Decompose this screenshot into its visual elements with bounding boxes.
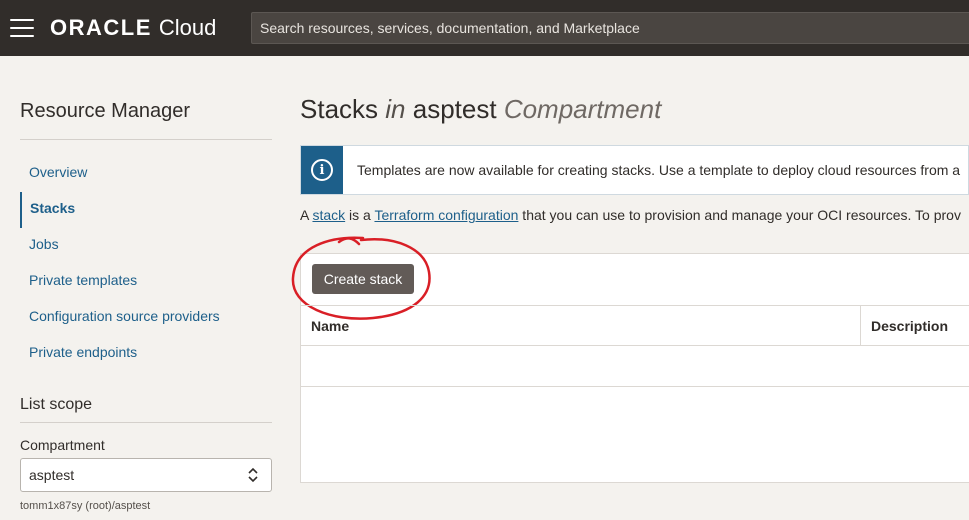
oracle-cloud-logo[interactable]: ORACLE Cloud [50,15,216,41]
terraform-configuration-link[interactable]: Terraform configuration [374,207,518,223]
create-stack-button[interactable]: Create stack [312,264,414,294]
sidebar-item-overview[interactable]: Overview [20,156,272,192]
global-search-input[interactable]: Search resources, services, documentatio… [251,12,969,44]
title-compartment-word: Compartment [503,94,662,124]
chevron-up-down-icon [248,467,258,483]
sidebar-item-jobs[interactable]: Jobs [20,228,272,264]
info-banner-text: Templates are now available for creating… [357,162,961,178]
info-banner-icon-box: i [301,146,343,194]
sidebar-item-configuration-source-providers[interactable]: Configuration source providers [20,300,272,336]
table-header: Name Description [301,305,969,346]
column-header-name[interactable]: Name [311,318,349,334]
table-row [301,346,969,387]
main-content: Stacks in asptest Compartment i Template… [291,56,969,483]
title-compartment-name: asptest [412,94,497,124]
stack-link[interactable]: stack [312,207,345,223]
list-scope-heading: List scope [20,396,272,423]
sidebar-item-stacks[interactable]: Stacks [20,192,272,228]
compartment-select[interactable]: asptest [20,458,272,492]
compartment-path: tomm1x87sy (root)/asptest [20,500,151,512]
title-stacks: Stacks [300,94,379,124]
sidebar-item-private-endpoints[interactable]: Private endpoints [20,336,272,372]
column-divider [860,306,861,346]
compartment-label: Compartment [20,437,105,453]
sidebar-nav: Overview Stacks Jobs Private templates C… [20,156,272,372]
compartment-select-value: asptest [29,467,75,483]
page-title: Stacks in asptest Compartment [300,94,969,125]
resource-manager-sidebar: Resource Manager Overview Stacks Jobs Pr… [20,56,272,512]
desc-prefix: A [300,207,313,223]
stacks-table-panel: Create stack Name Description [291,236,969,483]
stack-description: A stack is a Terraform configuration tha… [300,207,969,223]
desc-suffix: that you can use to provision and manage… [518,207,961,223]
info-banner: i Templates are now available for creati… [300,145,969,195]
column-header-description[interactable]: Description [871,318,948,334]
desc-middle: is a [345,207,375,223]
top-bar: ORACLE Cloud Search resources, services,… [0,0,969,56]
brand-oracle: ORACLE [50,15,152,40]
title-in: in [385,94,406,124]
brand-cloud: Cloud [158,15,217,40]
info-icon: i [311,159,333,181]
hamburger-menu-icon[interactable] [10,19,34,37]
table-row [301,387,969,427]
sidebar-title: Resource Manager [20,100,272,140]
sidebar-item-private-templates[interactable]: Private templates [20,264,272,300]
